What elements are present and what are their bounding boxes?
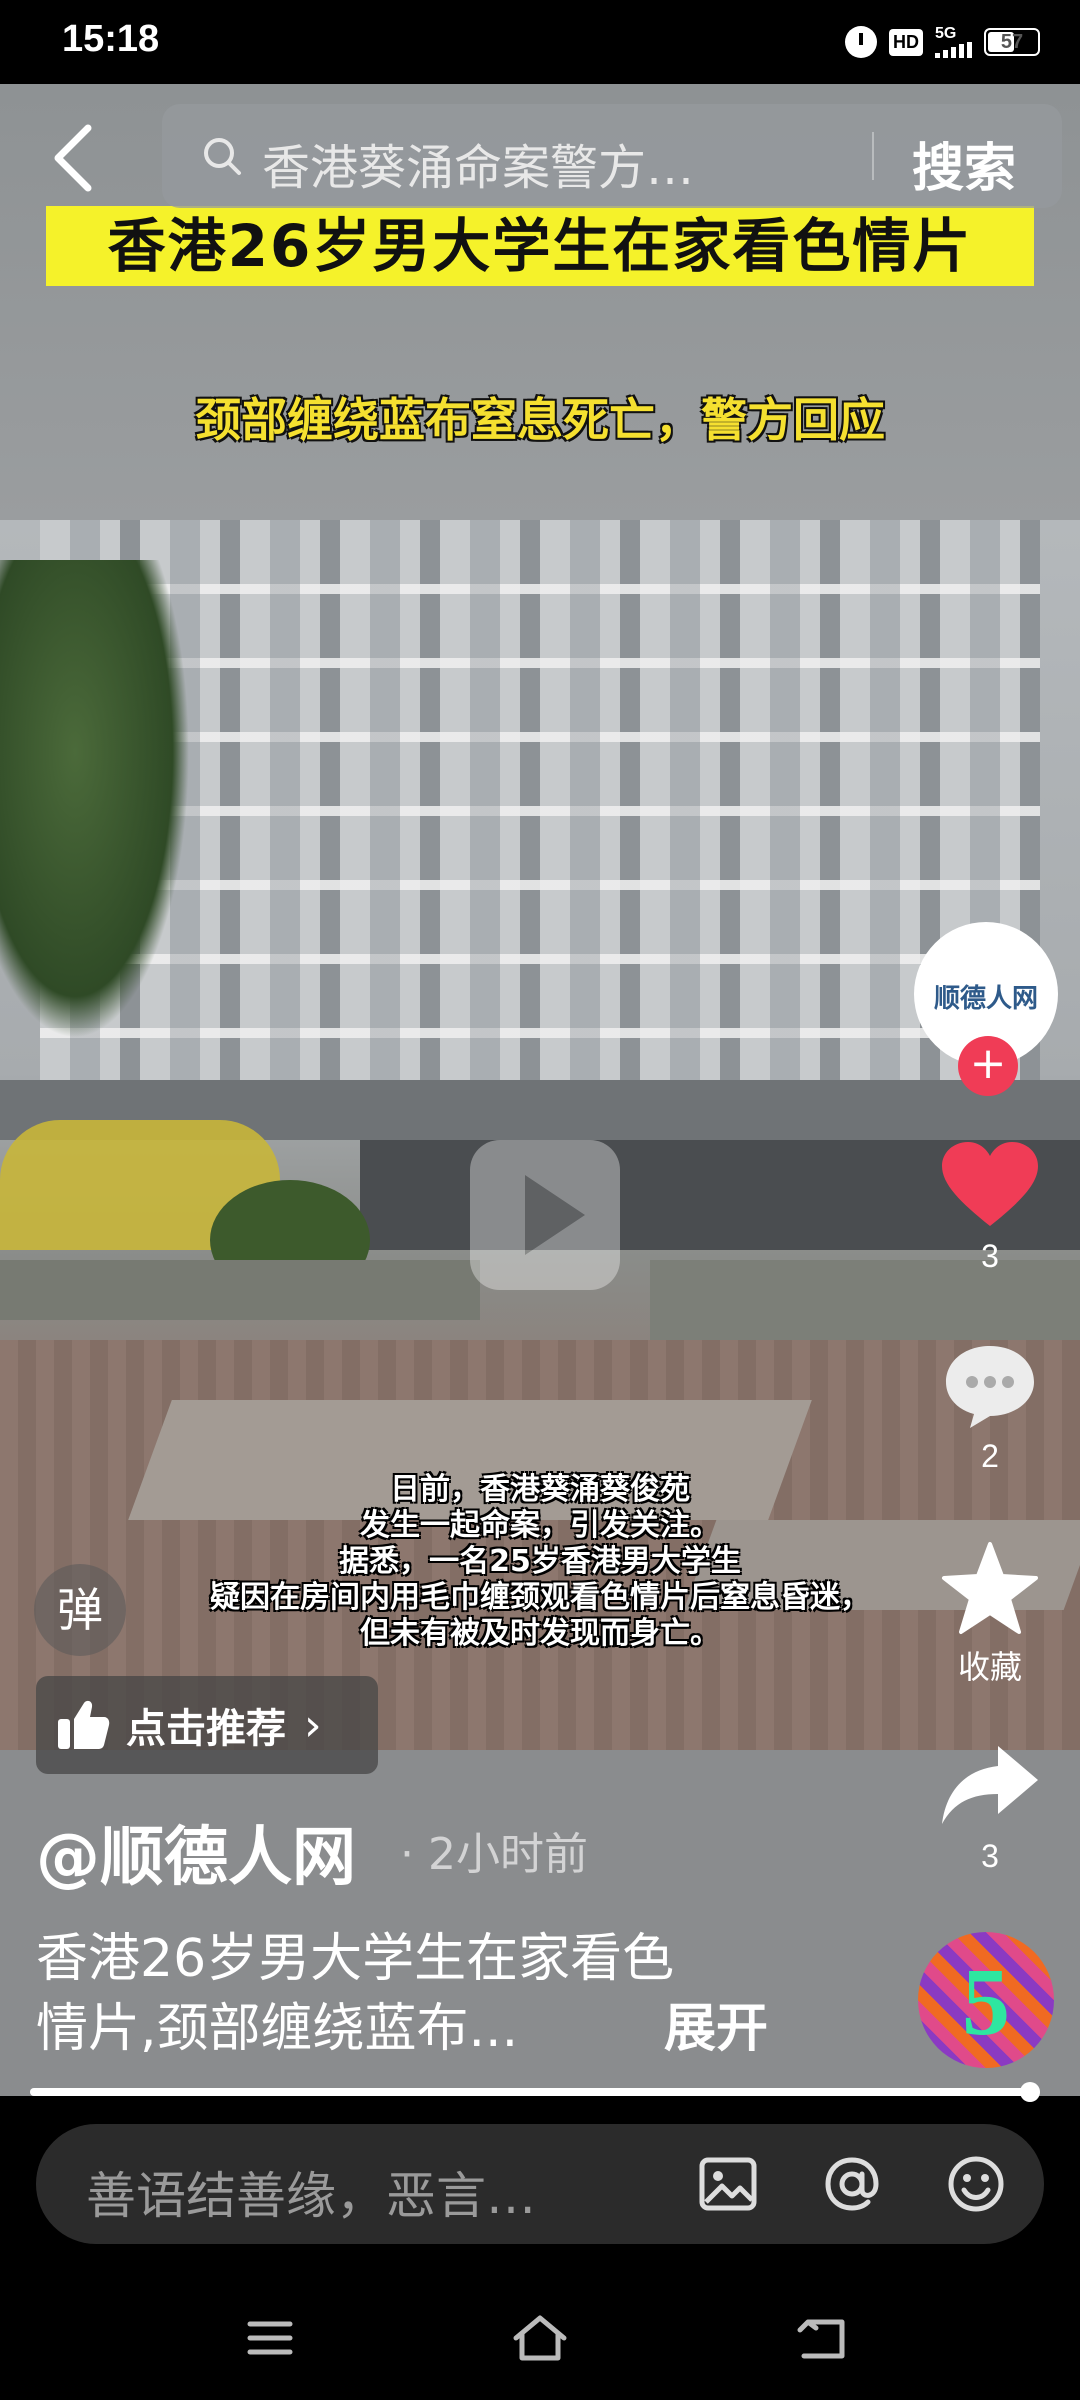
back-icon[interactable] [794,2308,854,2368]
search-input[interactable]: 香港葵涌命案警方… [262,128,822,198]
search-bar[interactable]: 香港葵涌命案警方… 搜索 [162,104,1062,208]
search-divider [872,132,874,180]
video-caption: 日前，香港葵涌葵俊苑 发生一起命案，引发关注。 据悉，一名25岁香港男大学生 疑… [110,1472,970,1652]
thumbs-up-icon [58,1700,110,1749]
planter-image [0,1260,480,1320]
network-type: 5G [935,25,957,42]
search-button[interactable]: 搜索 [912,126,1016,201]
caption-line: 据悉，一名25岁香港男大学生 [339,1544,741,1579]
video-title-banner: 香港26岁男大学生在家看色情片 [46,206,1034,286]
star-icon [942,1542,1038,1634]
progress-knob[interactable] [1019,2082,1040,2102]
image-icon[interactable] [696,2152,760,2216]
status-time: 15:18 [62,18,160,60]
favorite-button[interactable]: 收藏 [920,1540,1060,1688]
at-icon[interactable] [820,2152,884,2216]
battery-level: 57 [1000,30,1024,53]
follow-button[interactable]: + [958,1036,1018,1096]
comment-input[interactable]: 善语结善缘，恶言… [86,2156,536,2228]
video-player[interactable]: 香港26岁男大学生在家看色情片 颈部缠绕蓝布窒息死亡，警方回应 日前，香港葵涌葵… [0,84,1080,2096]
search-icon [204,138,241,175]
emoji-icon[interactable] [944,2152,1008,2216]
video-progress-bar[interactable] [30,2082,1040,2102]
comment-icon [946,1346,1034,1428]
expand-button[interactable]: 展开 [664,1986,768,2061]
hd-badge: HD [889,28,923,56]
comment-count: 2 [981,1438,999,1474]
caption-line: 疑因在房间内用毛巾缠颈观看色情片后窒息昏迷， [210,1580,870,1615]
favorite-label: 收藏 [957,1648,1022,1686]
post-description: 情片,颈部缠绕蓝布... [36,1999,519,2059]
battery-icon: 57 [984,28,1040,56]
alarm-icon [845,26,877,58]
back-arrow-icon[interactable] [44,118,104,198]
recommend-label: 点击推荐 [126,1706,286,1752]
music-disc-icon[interactable]: 5 [918,1932,1054,2068]
like-count: 3 [981,1238,999,1274]
video-subtitle-banner: 颈部缠绕蓝布窒息死亡，警方回应 [195,393,885,447]
progress-fill [30,2088,1030,2096]
comment-input-bar[interactable]: 善语结善缘，恶言… [36,2124,1044,2244]
recommend-button[interactable]: 点击推荐 › [36,1676,378,1774]
share-count: 3 [981,1838,999,1874]
building-image [40,520,1040,1110]
music-disc-glyph: 5 [962,1948,1010,2055]
play-icon[interactable] [460,1130,630,1300]
menu-icon[interactable] [240,2308,300,2368]
signal-bars [935,42,972,58]
author-name[interactable]: @顺德人网 [36,1806,356,1898]
status-bar: 15:18 HD 5G 57 [0,0,1080,84]
share-arrow-icon [942,1746,1038,1824]
system-nav-bar [0,2268,1080,2400]
heart-icon [942,1142,1038,1226]
post-time: · 2小时前 [400,1829,588,1880]
share-button[interactable]: 3 [920,1740,1060,1875]
post-description: 香港26岁男大学生在家看色 [36,1929,675,1989]
avatar-logo-text: 顺德人网 [933,984,1038,1014]
tree-image [0,560,190,1040]
status-icons: HD 5G 57 [845,22,1040,62]
caption-line: 发生一起命案，引发关注。 [360,1508,720,1543]
chevron-right-icon: › [304,1699,322,1751]
comment-button[interactable]: 2 [920,1340,1060,1475]
danmaku-toggle[interactable]: 弹 [34,1564,126,1656]
home-icon[interactable] [510,2308,570,2368]
signal-icon: 5G [935,26,972,58]
caption-line: 但未有被及时发现而身亡。 [360,1616,720,1651]
caption-line: 日前，香港葵涌葵俊苑 [390,1472,690,1507]
like-button[interactable]: 3 [920,1140,1060,1275]
